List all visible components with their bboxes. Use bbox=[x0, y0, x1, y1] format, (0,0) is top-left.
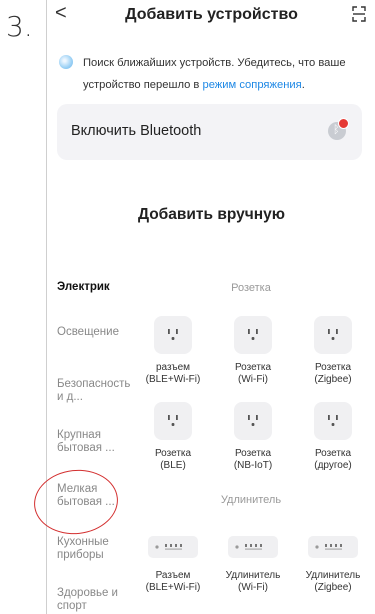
device-item[interactable]: Розетка (Zigbee) bbox=[293, 316, 373, 386]
device-item[interactable]: Разъем (BLE+Wi-Fi) bbox=[133, 528, 213, 594]
bluetooth-card[interactable]: Включить Bluetooth ᛒ bbox=[57, 104, 362, 160]
page-title: Добавить устройство bbox=[125, 6, 298, 23]
device-item[interactable]: Удлинитель (Wi-Fi) bbox=[213, 528, 293, 594]
socket-icon bbox=[154, 402, 192, 440]
socket-icon bbox=[314, 316, 352, 354]
scan-icon[interactable] bbox=[352, 6, 366, 22]
category-electric[interactable]: Электрик bbox=[57, 281, 119, 294]
section-extender: Удлинитель bbox=[220, 494, 282, 506]
power-strip-icon bbox=[228, 536, 278, 558]
socket-icon bbox=[154, 316, 192, 354]
pairing-mode-link[interactable]: режим сопряжения bbox=[202, 79, 301, 91]
socket-icon bbox=[234, 402, 272, 440]
device-item[interactable]: Удлинитель (Zigbee) bbox=[293, 528, 373, 594]
device-label: Розетка (другое) bbox=[314, 448, 352, 471]
device-label: разъем (BLE+Wi-Fi) bbox=[145, 362, 201, 385]
category-kitchen[interactable]: Кухонные приборы bbox=[57, 536, 119, 562]
device-label: Разъем (BLE+Wi-Fi) bbox=[145, 570, 201, 593]
device-label: Розетка (Wi-Fi) bbox=[234, 362, 272, 385]
header: < Добавить устройство bbox=[47, 0, 375, 34]
device-item[interactable]: Розетка (NB-IoT) bbox=[213, 402, 293, 472]
searching-icon bbox=[59, 55, 73, 69]
device-label: Розетка (BLE) bbox=[154, 448, 192, 471]
section-socket: Розетка bbox=[231, 282, 271, 294]
device-label: Розетка (NB-IoT) bbox=[233, 448, 273, 471]
device-label: Удлинитель (Wi-Fi) bbox=[225, 570, 281, 593]
device-label: Розетка (Zigbee) bbox=[314, 362, 352, 385]
device-item[interactable]: Розетка (BLE) bbox=[133, 402, 213, 472]
device-item[interactable]: Розетка (Wi-Fi) bbox=[213, 316, 293, 386]
step-number: 3. bbox=[6, 10, 33, 43]
socket-icon bbox=[314, 402, 352, 440]
category-large-appliances[interactable]: Крупная бытовая ... bbox=[57, 429, 119, 455]
bluetooth-label: Включить Bluetooth bbox=[71, 123, 202, 139]
socket-icon bbox=[234, 316, 272, 354]
device-item[interactable]: разъем (BLE+Wi-Fi) bbox=[133, 316, 213, 386]
manual-add-title: Добавить вручную bbox=[137, 206, 285, 223]
category-health[interactable]: Здоровье и спорт bbox=[57, 587, 119, 613]
search-hint: Поиск ближайших устройств. Убедитесь, чт… bbox=[83, 52, 368, 96]
device-label: Удлинитель (Zigbee) bbox=[305, 570, 361, 593]
category-security[interactable]: Безопасность и д... bbox=[57, 378, 130, 404]
power-strip-icon bbox=[148, 536, 198, 558]
search-hint-suffix: . bbox=[301, 79, 305, 91]
category-lighting[interactable]: Освещение bbox=[57, 326, 119, 339]
power-strip-icon bbox=[308, 536, 358, 558]
device-item[interactable]: Розетка (другое) bbox=[293, 402, 373, 472]
alert-badge bbox=[338, 118, 349, 129]
